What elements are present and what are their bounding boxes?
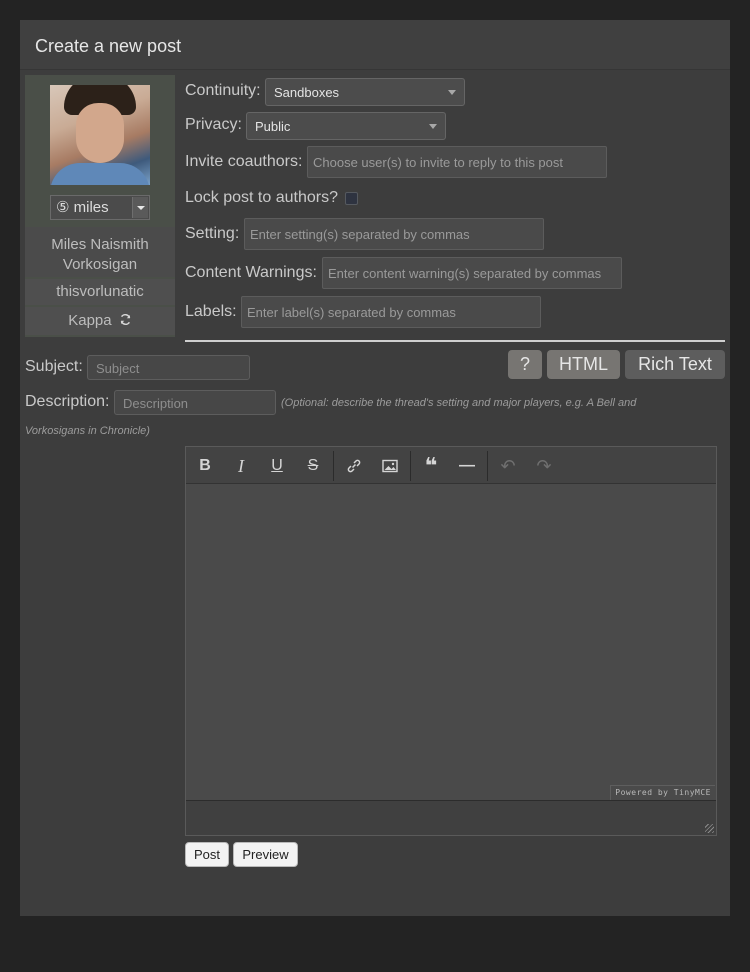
- toolbar-separator: [487, 451, 488, 481]
- html-mode-button[interactable]: HTML: [547, 350, 620, 379]
- privacy-select-value: Public: [255, 119, 291, 134]
- powered-by-tinymce[interactable]: Powered by TinyMCE: [610, 785, 715, 800]
- privacy-select[interactable]: Public: [246, 112, 446, 140]
- dropdown-arrow-icon: [448, 90, 456, 95]
- image-icon: [382, 459, 398, 473]
- description-hint: (Optional: describe the thread's setting…: [281, 397, 637, 409]
- strikethrough-button[interactable]: S: [301, 455, 325, 477]
- labels-label: Labels:: [185, 303, 237, 320]
- post-button[interactable]: Post: [185, 842, 229, 867]
- alias-select-value: ⑤ miles: [56, 199, 109, 216]
- character-board-label: Kappa: [68, 312, 112, 329]
- editor-help-button[interactable]: ?: [508, 350, 542, 379]
- setting-input[interactable]: Enter setting(s) separated by commas: [244, 218, 544, 250]
- subject-label: Subject:: [25, 358, 83, 375]
- continuity-select-value: Sandboxes: [274, 85, 340, 100]
- subject-input[interactable]: Subject: [87, 355, 250, 380]
- redo-button[interactable]: ↷: [532, 455, 556, 477]
- continuity-select[interactable]: Sandboxes: [265, 78, 465, 106]
- italic-button[interactable]: I: [229, 455, 253, 477]
- preview-button[interactable]: Preview: [233, 842, 298, 867]
- page-title: Create a new post: [20, 20, 730, 70]
- privacy-label: Privacy:: [185, 116, 242, 133]
- description-hint-continued: Vorkosigans in Chronicle): [25, 425, 150, 437]
- rich-text-mode-button[interactable]: Rich Text: [625, 350, 725, 379]
- character-avatar[interactable]: [50, 85, 150, 185]
- link-icon: [347, 459, 361, 473]
- resize-handle-icon[interactable]: [705, 824, 714, 833]
- lock-post-checkbox[interactable]: [345, 192, 358, 205]
- setting-label: Setting:: [185, 225, 240, 242]
- undo-button[interactable]: ↶: [496, 455, 520, 477]
- rich-text-editor: B I U S ❝ — ↶ ↷ Powered by TinyMCE: [185, 446, 717, 836]
- character-name[interactable]: Miles Naismith Vorkosigan: [25, 227, 175, 277]
- bold-button[interactable]: B: [193, 455, 217, 477]
- content-warnings-input[interactable]: Enter content warning(s) separated by co…: [322, 257, 622, 289]
- blockquote-button[interactable]: ❝: [419, 455, 443, 477]
- editor-content-area[interactable]: [186, 484, 716, 800]
- description-input[interactable]: Description: [114, 390, 276, 415]
- coauthors-input[interactable]: Choose user(s) to invite to reply to thi…: [307, 146, 607, 178]
- refresh-icon[interactable]: [119, 313, 132, 326]
- underline-button[interactable]: U: [265, 455, 289, 477]
- chevron-down-icon[interactable]: [132, 197, 148, 218]
- character-board[interactable]: Kappa: [25, 307, 175, 335]
- editor-statusbar: [186, 800, 716, 835]
- lock-post-label: Lock post to authors?: [185, 189, 338, 206]
- image-button[interactable]: [378, 455, 402, 477]
- character-username[interactable]: thisvorlunatic: [25, 279, 175, 305]
- continuity-label: Continuity:: [185, 82, 261, 99]
- labels-input[interactable]: Enter label(s) separated by commas: [241, 296, 541, 328]
- horizontal-rule-button[interactable]: —: [455, 455, 479, 477]
- toolbar-separator: [333, 451, 334, 481]
- description-label: Description:: [25, 393, 110, 410]
- create-post-panel: Create a new post ⑤ miles Miles Naismith…: [20, 20, 730, 916]
- character-card: ⑤ miles Miles Naismith Vorkosigan thisvo…: [25, 75, 175, 337]
- content-warnings-label: Content Warnings:: [185, 264, 317, 281]
- alias-select[interactable]: ⑤ miles: [50, 195, 150, 220]
- toolbar-separator: [410, 451, 411, 481]
- editor-toolbar: B I U S ❝ — ↶ ↷: [186, 447, 716, 484]
- coauthors-label: Invite coauthors:: [185, 153, 303, 170]
- dropdown-arrow-icon: [429, 124, 437, 129]
- link-button[interactable]: [342, 455, 366, 477]
- form-divider: [185, 340, 725, 342]
